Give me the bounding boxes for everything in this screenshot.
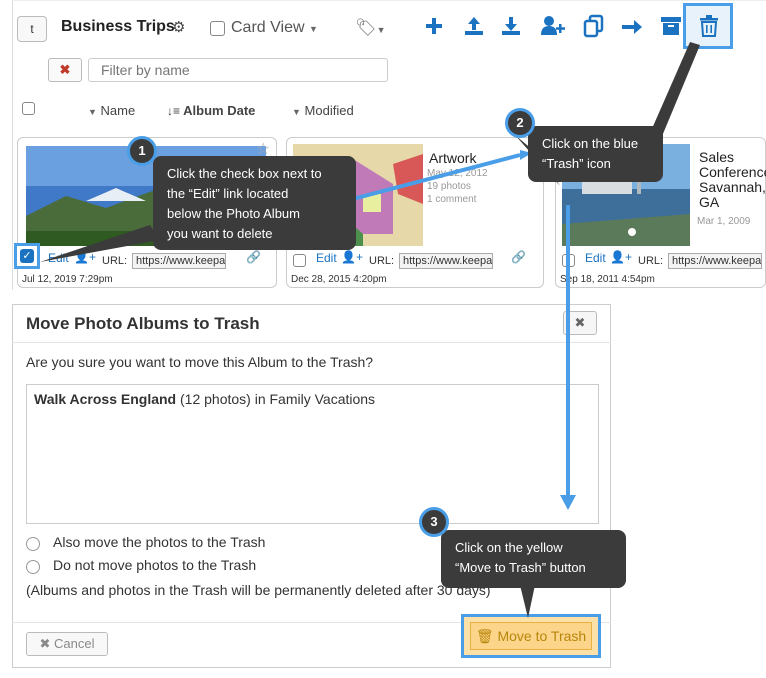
callout-connectors [40,42,700,618]
callout-line: the “Edit” link located [167,186,289,201]
callout-line: you want to delete [167,226,273,241]
callout-number-2: 2 [505,108,535,138]
callout-line: below the Photo Album [167,206,300,221]
callout-line: “Move to Trash” button [455,560,586,575]
callout-1: Click the check box next to the “Edit” l… [153,156,356,250]
callout-line: Click the check box next to [167,166,322,181]
callout-3: Click on the yellow “Move to Trash” butt… [441,530,626,588]
callout-number-1: 1 [127,136,157,166]
callout-line: Click on the blue [542,136,639,151]
callout-line: Click on the yellow [455,540,563,555]
callout-number-3: 3 [419,507,449,537]
callout-2: Click on the blue “Trash” icon [528,126,663,182]
callout-line: “Trash” icon [542,156,611,171]
